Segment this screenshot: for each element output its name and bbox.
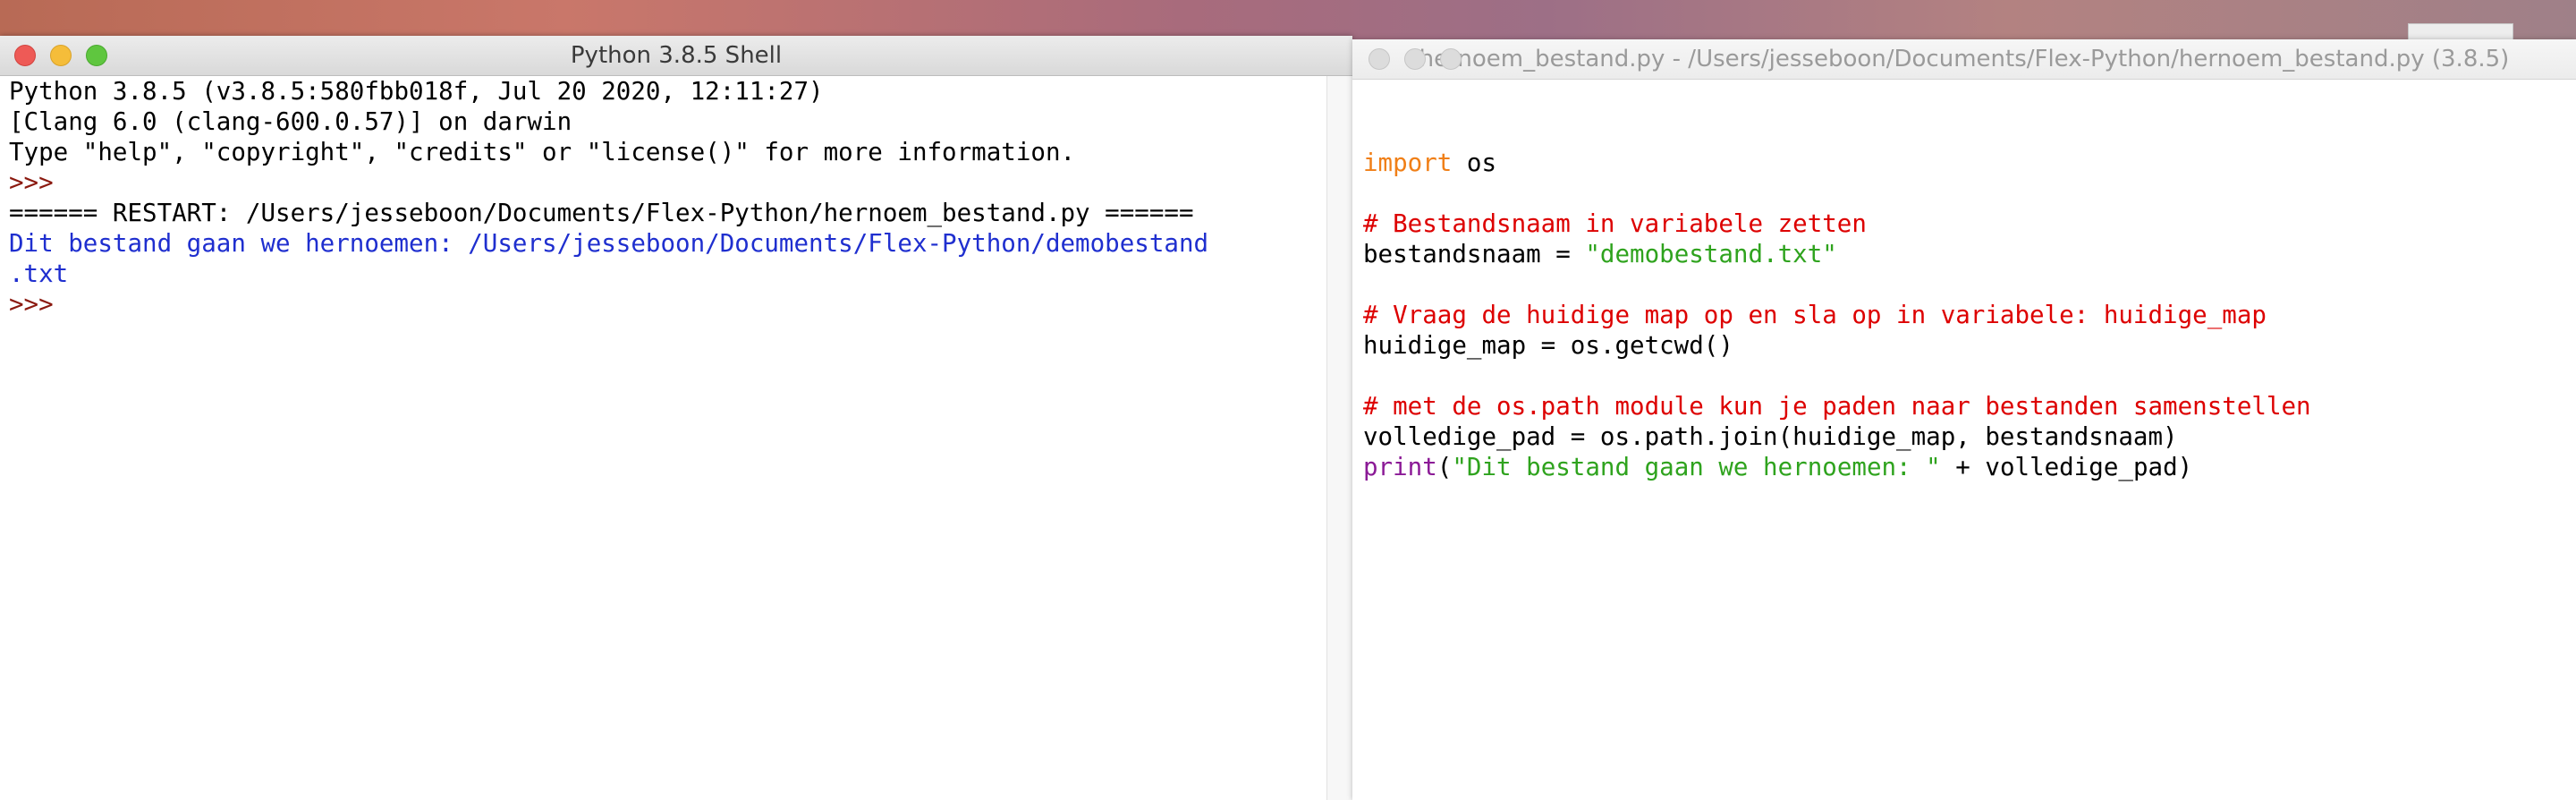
- minimize-button[interactable]: [50, 45, 72, 66]
- shell-line: Type "help", "copyright", "credits" or "…: [9, 138, 1076, 166]
- shell-titlebar[interactable]: Python 3.8.5 Shell: [0, 36, 1352, 76]
- shell-output-area[interactable]: Python 3.8.5 (v3.8.5:580fbb018f, Jul 20 …: [0, 76, 1327, 800]
- shell-window-title: Python 3.8.5 Shell: [570, 42, 783, 69]
- shell-output-line: Dit bestand gaan we hernoemen: /Users/je…: [9, 229, 1209, 258]
- builtin-token: print: [1363, 453, 1437, 481]
- shell-prompt: >>>: [9, 168, 54, 197]
- code-line[interactable]: bestandsnaam = "demobestand.txt": [1363, 239, 2576, 269]
- zoom-button[interactable]: [1440, 48, 1462, 70]
- comment-token: # met de os.path module kun je paden naa…: [1363, 392, 2311, 421]
- code-line[interactable]: import os: [1363, 148, 2576, 178]
- shell-output-line: .txt: [9, 260, 69, 288]
- code-line[interactable]: volledige_pad = os.path.join(huidige_map…: [1363, 421, 2576, 452]
- editor-titlebar[interactable]: hernoem_bestand.py - /Users/jesseboon/Do…: [1352, 39, 2576, 80]
- shell-line: Python 3.8.5 (v3.8.5:580fbb018f, Jul 20 …: [9, 77, 824, 106]
- close-button[interactable]: [1368, 48, 1390, 70]
- editor-window[interactable]: hernoem_bestand.py - /Users/jesseboon/Do…: [1352, 39, 2576, 800]
- code-line[interactable]: huidige_map = os.getcwd(): [1363, 330, 2576, 361]
- desktop-widget: [2408, 23, 2513, 41]
- keyword-token: import: [1363, 149, 1453, 177]
- string-token: "Dit bestand gaan we hernoemen: ": [1452, 453, 1941, 481]
- shell-prompt: >>>: [9, 290, 54, 319]
- code-line[interactable]: [1363, 361, 2576, 391]
- zoom-button[interactable]: [86, 45, 107, 66]
- string-token: "demobestand.txt": [1585, 240, 1837, 268]
- code-editor[interactable]: import os # Bestandsnaam in variabele ze…: [1352, 80, 2576, 800]
- code-line[interactable]: [1363, 178, 2576, 209]
- editor-window-title: hernoem_bestand.py - /Users/jesseboon/Do…: [1419, 46, 2510, 72]
- code-line[interactable]: print("Dit bestand gaan we hernoemen: " …: [1363, 452, 2576, 482]
- close-button[interactable]: [14, 45, 36, 66]
- minimize-button[interactable]: [1404, 48, 1426, 70]
- code-line[interactable]: # met de os.path module kun je paden naa…: [1363, 391, 2576, 421]
- shell-line: ====== RESTART: /Users/jesseboon/Documen…: [9, 199, 1194, 227]
- comment-token: # Vraag de huidige map op en sla op in v…: [1363, 301, 2267, 329]
- code-line[interactable]: [1363, 269, 2576, 300]
- shell-line: [Clang 6.0 (clang-600.0.57)] on darwin: [9, 107, 572, 136]
- comment-token: # Bestandsnaam in variabele zetten: [1363, 209, 1867, 238]
- shell-scrollbar[interactable]: [1326, 76, 1352, 800]
- code-line[interactable]: # Bestandsnaam in variabele zetten: [1363, 209, 2576, 239]
- shell-window[interactable]: Python 3.8.5 Shell Python 3.8.5 (v3.8.5:…: [0, 36, 1352, 800]
- code-line[interactable]: # Vraag de huidige map op en sla op in v…: [1363, 300, 2576, 330]
